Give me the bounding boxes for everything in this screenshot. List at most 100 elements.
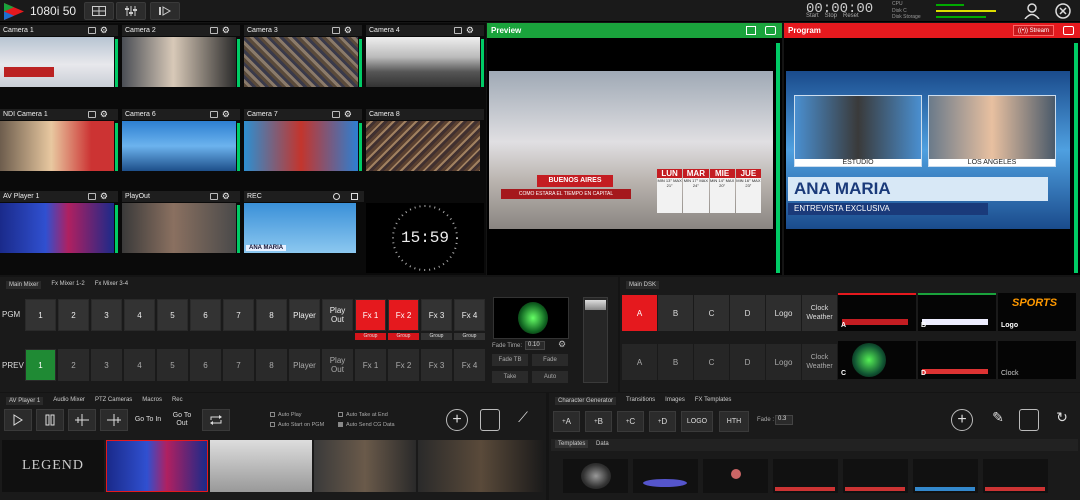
dsk-thumb-d[interactable]: D: [918, 341, 996, 379]
cg-a-button[interactable]: + A: [553, 411, 580, 432]
user-account-button[interactable]: [1021, 1, 1043, 21]
dsk-clock-weather-button[interactable]: Clock Weather: [802, 295, 837, 331]
prev-source-1[interactable]: 1: [25, 349, 56, 381]
tab-images[interactable]: Images: [665, 397, 685, 405]
cg-logo-button[interactable]: LOGO: [681, 411, 713, 432]
gear-icon[interactable]: ⚙: [100, 25, 108, 36]
record-icon[interactable]: [333, 193, 340, 200]
clear-playlist-button[interactable]: ⟋: [512, 409, 534, 431]
cg-b-button[interactable]: + B: [585, 411, 612, 432]
mark-out-button[interactable]: [100, 409, 128, 431]
camera-tile[interactable]: Camera 7 ⚙: [244, 109, 362, 171]
tab-character-generator[interactable]: Character Generator: [555, 397, 617, 405]
prev-fx3-button[interactable]: Fx 3: [421, 349, 452, 381]
fullscreen-icon[interactable]: [746, 26, 756, 35]
pgm-source-2[interactable]: 2: [58, 299, 89, 331]
audio-settings-button[interactable]: [116, 2, 146, 20]
prev-player-button[interactable]: Player: [289, 349, 320, 381]
t-bar-handle[interactable]: [585, 300, 606, 310]
tab-av-player-1[interactable]: AV Player 1: [6, 397, 44, 405]
dsk-prev-b-button[interactable]: B: [658, 344, 693, 380]
fx3-group-button[interactable]: Group: [421, 333, 452, 340]
take-button[interactable]: Take: [492, 371, 528, 383]
tab-transitions[interactable]: Transitions: [626, 397, 655, 405]
edit-template-button[interactable]: ✎: [985, 409, 1011, 431]
playlist-clip[interactable]: [210, 440, 312, 492]
gear-icon[interactable]: ⚙: [344, 109, 352, 120]
prev-fx2-button[interactable]: Fx 2: [388, 349, 419, 381]
gear-icon[interactable]: ⚙: [100, 191, 108, 202]
dsk-thumb-clock[interactable]: Clock: [998, 341, 1076, 379]
snapshot-icon[interactable]: [88, 193, 96, 200]
snapshot-icon[interactable]: [210, 111, 218, 118]
tab-rec[interactable]: Rec: [172, 397, 183, 405]
template-thumb[interactable]: [703, 459, 768, 493]
pgm-source-8[interactable]: 8: [256, 299, 287, 331]
prev-source-6[interactable]: 6: [190, 349, 221, 381]
auto-play-checkbox[interactable]: Auto Play: [270, 412, 302, 418]
dsk-d-button[interactable]: D: [730, 295, 765, 331]
gear-icon[interactable]: ⚙: [466, 25, 474, 36]
pgm-source-7[interactable]: 7: [223, 299, 254, 331]
snapshot-icon[interactable]: [1063, 26, 1074, 35]
pause-button[interactable]: [36, 409, 64, 431]
playout-tile[interactable]: PlayOut ⚙: [122, 191, 240, 253]
template-thumb[interactable]: [913, 459, 978, 493]
add-clip-button[interactable]: +: [446, 409, 468, 431]
timer-start-button[interactable]: Start: [806, 13, 819, 19]
prev-source-7[interactable]: 7: [223, 349, 254, 381]
pgm-source-5[interactable]: 5: [157, 299, 188, 331]
tab-fx-templates[interactable]: FX Templates: [695, 397, 732, 405]
pgm-fx3-button[interactable]: Fx 3: [421, 299, 452, 331]
gear-icon[interactable]: ⚙: [222, 25, 230, 36]
cg-c-button[interactable]: + C: [617, 411, 644, 432]
gear-icon[interactable]: ⚙: [222, 109, 230, 120]
snapshot-icon[interactable]: [332, 111, 340, 118]
playlist-clip[interactable]: [314, 440, 416, 492]
snapshot-icon[interactable]: [332, 27, 340, 34]
dsk-prev-logo-button[interactable]: Logo: [766, 344, 801, 380]
dsk-prev-d-button[interactable]: D: [730, 344, 765, 380]
snapshot-icon[interactable]: [88, 27, 96, 34]
auto-button[interactable]: Auto: [532, 371, 568, 383]
snapshot-icon[interactable]: [210, 27, 218, 34]
tab-audio-mixer[interactable]: Audio Mixer: [53, 397, 85, 405]
fx1-group-button[interactable]: Group: [355, 333, 386, 340]
dsk-logo-button[interactable]: Logo: [766, 295, 801, 331]
play-button[interactable]: [4, 409, 32, 431]
template-thumb[interactable]: [773, 459, 838, 493]
stop-icon[interactable]: [351, 193, 358, 200]
gear-icon[interactable]: ⚙: [222, 191, 230, 202]
fade-tb-button[interactable]: Fade TB: [492, 354, 528, 366]
dsk-thumb-b[interactable]: B: [918, 293, 996, 331]
camera-tile[interactable]: Camera 6 ⚙: [122, 109, 240, 171]
tab-macros[interactable]: Macros: [142, 397, 162, 405]
goto-out-button[interactable]: Go To Out: [168, 409, 196, 431]
prev-source-4[interactable]: 4: [124, 349, 155, 381]
prev-source-3[interactable]: 3: [91, 349, 122, 381]
delete-template-button[interactable]: [1019, 409, 1039, 431]
snapshot-icon[interactable]: [88, 111, 96, 118]
cg-hth-button[interactable]: HTH: [719, 411, 749, 432]
snapshot-icon[interactable]: [210, 193, 218, 200]
dsk-b-button[interactable]: B: [658, 295, 693, 331]
auto-send-cg-data-checkbox[interactable]: Auto Send CG Data: [338, 422, 395, 428]
multiview-layout-button[interactable]: [84, 2, 114, 20]
dsk-thumb-c[interactable]: C: [838, 341, 916, 379]
camera-tile[interactable]: Camera 4 ⚙: [366, 25, 484, 87]
cg-d-button[interactable]: + D: [649, 411, 676, 432]
prev-playout-button[interactable]: Play Out: [322, 349, 353, 381]
playlist-clip-active[interactable]: [106, 440, 208, 492]
dsk-thumb-logo[interactable]: SPORTS Logo: [998, 293, 1076, 331]
fade-time-input[interactable]: 0.10: [525, 341, 545, 350]
pgm-source-4[interactable]: 4: [124, 299, 155, 331]
template-thumb[interactable]: [563, 459, 628, 493]
tab-main-dsk[interactable]: Main DSK: [626, 281, 660, 289]
prev-source-2[interactable]: 2: [58, 349, 89, 381]
camera-tile[interactable]: Camera 3 ⚙: [244, 25, 362, 87]
prev-source-5[interactable]: 5: [157, 349, 188, 381]
tab-data[interactable]: Data: [596, 441, 609, 447]
auto-take-at-end-checkbox[interactable]: Auto Take at End: [338, 412, 388, 418]
tab-fx-mixer-3-4[interactable]: Fx Mixer 3-4: [95, 281, 128, 289]
fx2-group-button[interactable]: Group: [388, 333, 419, 340]
